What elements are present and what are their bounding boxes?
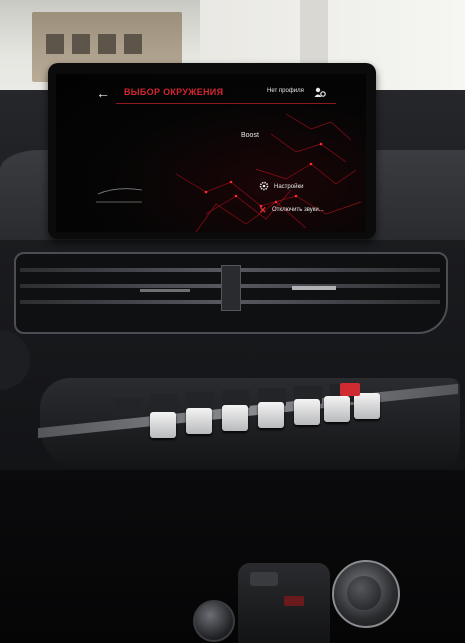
toggle-switch <box>294 399 320 425</box>
vent-chrome-trim <box>140 289 190 292</box>
settings-menu-item[interactable]: Настройки <box>274 184 303 190</box>
toggle-switch <box>186 408 212 434</box>
profile-label[interactable]: Нет профиля <box>267 88 304 94</box>
car-interior-photo: ← ВЫБОР ОКРУЖЕНИЯ Нет профиля Boost Наст… <box>0 0 465 643</box>
hazard-icon <box>340 383 360 396</box>
toggle-switch <box>324 396 350 422</box>
mute-menu-item[interactable]: Отключить звуки... <box>272 207 324 213</box>
knob-center <box>347 576 381 610</box>
mode-label[interactable]: Boost <box>241 132 259 139</box>
screen-title: ВЫБОР ОКРУЖЕНИЯ <box>124 87 224 97</box>
shifter-button <box>250 572 278 586</box>
start-button <box>193 600 235 642</box>
screen-header: ← ВЫБОР ОКРУЖЕНИЯ Нет профиля <box>56 84 366 102</box>
vent-chrome-trim <box>292 286 336 290</box>
gear-icon <box>259 181 269 191</box>
back-arrow-icon[interactable]: ← <box>96 84 110 102</box>
infotainment-screen: ← ВЫБОР ОКРУЖЕНИЯ Нет профиля Boost Наст… <box>56 74 366 232</box>
toggle-switch <box>258 402 284 428</box>
toggle-switch <box>150 412 176 438</box>
shifter-indicator <box>284 596 304 606</box>
vent-control <box>221 265 241 311</box>
close-icon: ✕ <box>259 205 267 215</box>
profile-icon[interactable] <box>314 86 326 98</box>
toggle-switch <box>354 393 380 419</box>
pillar <box>300 0 328 70</box>
header-divider <box>116 103 336 104</box>
toggle-switch <box>222 405 248 431</box>
